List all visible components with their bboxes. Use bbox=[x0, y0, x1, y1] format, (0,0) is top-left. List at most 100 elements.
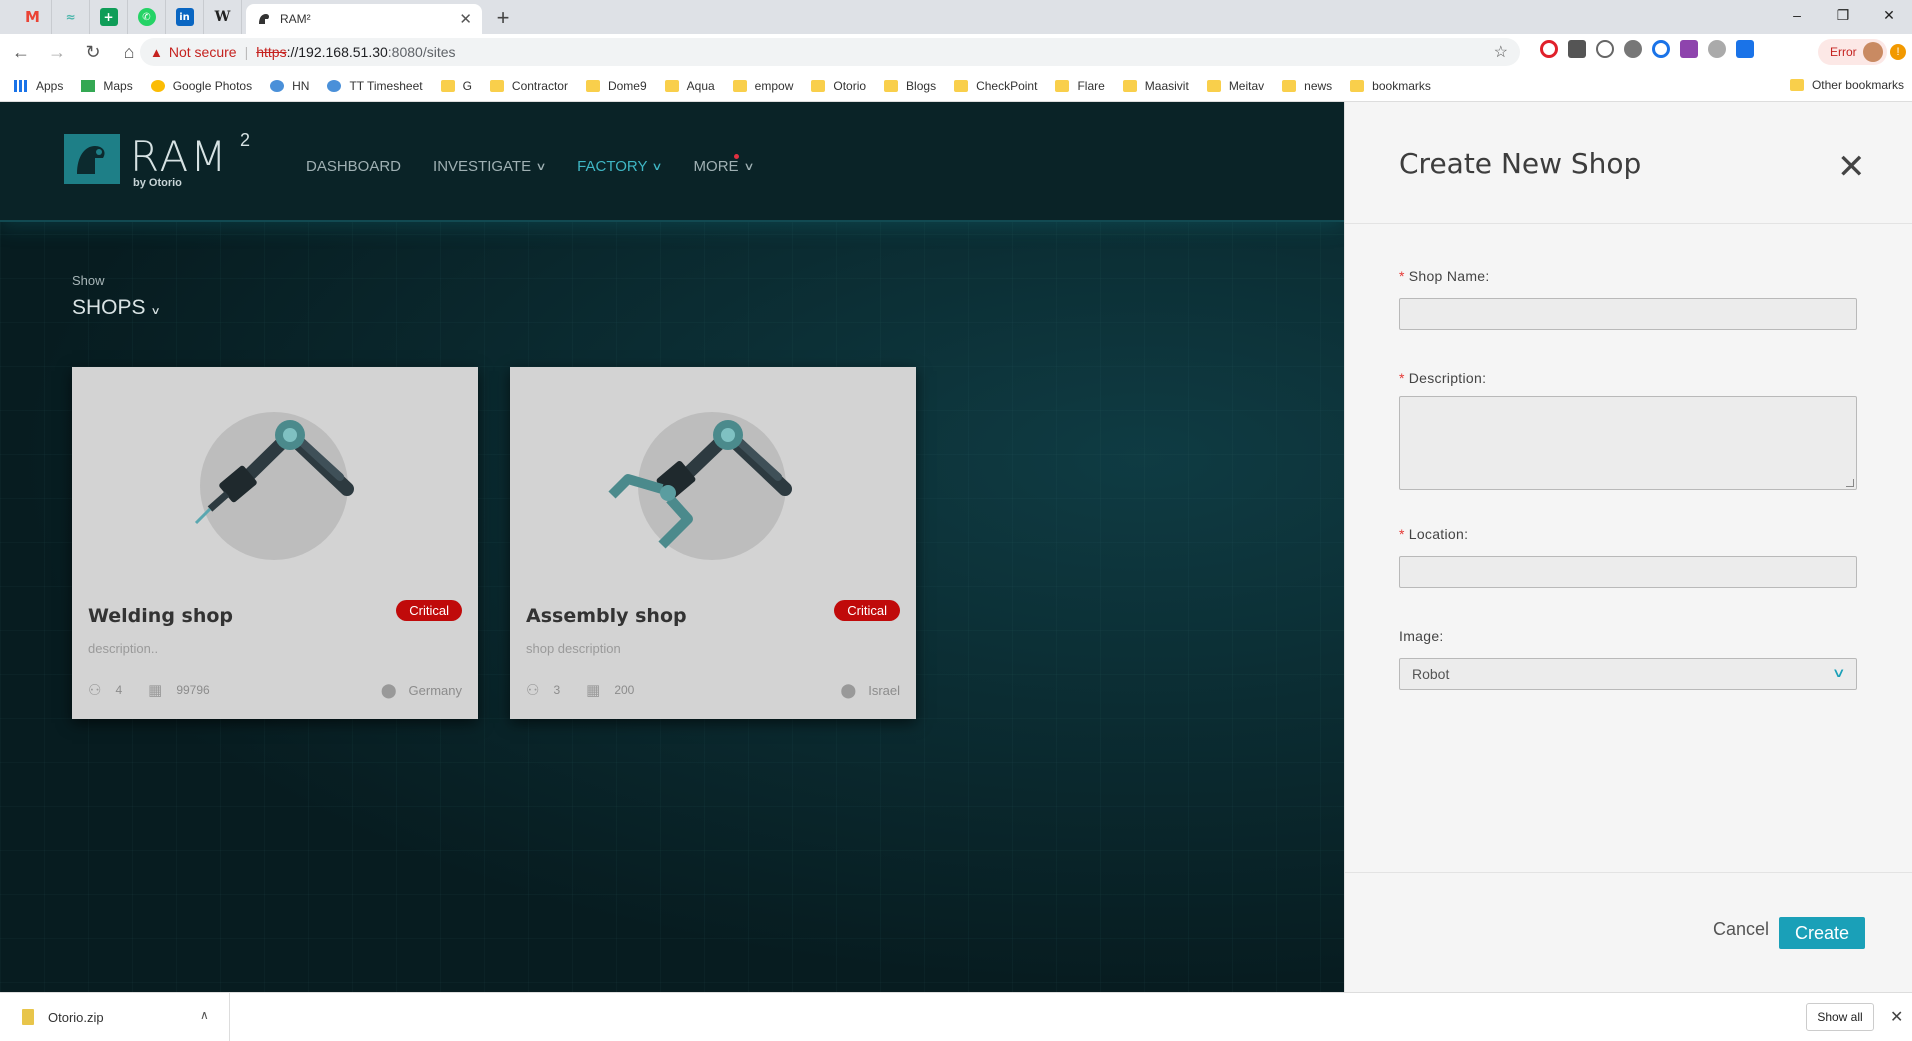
create-button[interactable]: Create bbox=[1779, 917, 1865, 949]
shop-card-welding[interactable]: Welding shop Critical description.. ⚇ 4 … bbox=[72, 367, 478, 719]
bookmark-item[interactable]: Contractor bbox=[489, 79, 568, 93]
address-bar[interactable]: ▲ Not secure | https ://192.168.51.30 :8… bbox=[140, 38, 1520, 66]
new-tab-button[interactable]: + bbox=[488, 3, 518, 33]
cloud-icon[interactable] bbox=[1708, 40, 1726, 58]
pinned-tab-wikipedia[interactable]: W bbox=[204, 0, 242, 34]
bookmark-item[interactable]: bookmarks bbox=[1350, 79, 1431, 93]
status-badge: Critical bbox=[396, 600, 462, 621]
nav-investigate[interactable]: INVESTIGATE ∨ bbox=[433, 158, 547, 175]
pinned-tab-linkedin[interactable]: in bbox=[166, 0, 204, 34]
ram-logo-icon[interactable] bbox=[64, 134, 120, 184]
shop-name-field[interactable] bbox=[1399, 298, 1857, 330]
shop-name-label: * Shop Name: bbox=[1399, 268, 1490, 284]
folder-icon bbox=[1122, 79, 1137, 92]
extension-6-icon[interactable] bbox=[1680, 40, 1698, 58]
linkedin-icon: in bbox=[175, 8, 194, 26]
bookmark-star-icon[interactable]: ☆ bbox=[1494, 42, 1508, 62]
shop-location: ⬤ Germany bbox=[381, 682, 462, 699]
minimize-button[interactable]: – bbox=[1774, 0, 1820, 30]
location-text: Germany bbox=[408, 682, 462, 698]
logo-byline: by Otorio bbox=[133, 177, 182, 189]
description-field[interactable] bbox=[1399, 396, 1857, 490]
bookmark-item[interactable]: Google Photos bbox=[150, 78, 253, 93]
pinned-tab-2[interactable]: ≈ bbox=[52, 0, 90, 34]
bookmark-item[interactable]: TT Timesheet bbox=[327, 79, 423, 93]
bookmark-item[interactable]: empow bbox=[732, 79, 793, 93]
bookmark-item[interactable]: Blogs bbox=[884, 79, 936, 93]
other-bookmarks[interactable]: Other bookmarks bbox=[1789, 78, 1904, 92]
show-value: SHOPS bbox=[72, 296, 146, 319]
tab-close-icon[interactable]: ✕ bbox=[459, 10, 472, 28]
bookmark-item[interactable]: Apps bbox=[14, 79, 63, 93]
download-item[interactable]: Otorio.zip ∧ bbox=[0, 993, 230, 1041]
extension-3-icon[interactable] bbox=[1596, 40, 1614, 58]
close-icon[interactable]: ✕ bbox=[1837, 150, 1866, 184]
pinned-tab-whatsapp[interactable]: ✆ bbox=[128, 0, 166, 34]
bookmark-item[interactable]: G bbox=[440, 78, 472, 93]
bookmark-item[interactable]: CheckPoint bbox=[954, 79, 1037, 93]
bookmark-label: Meitav bbox=[1228, 78, 1265, 93]
bookmark-item[interactable]: Maasivit bbox=[1122, 79, 1189, 93]
opera-icon[interactable] bbox=[1540, 40, 1558, 58]
chat-icon[interactable] bbox=[1736, 40, 1754, 58]
update-icon[interactable]: ! bbox=[1890, 44, 1906, 60]
bookmark-label: Blogs bbox=[906, 78, 937, 93]
folder-icon bbox=[1350, 79, 1365, 92]
bookmark-item[interactable]: Otorio bbox=[811, 79, 866, 93]
active-tab[interactable]: RAM² ✕ bbox=[246, 4, 482, 34]
other-bookmarks-label: Other bookmarks bbox=[1811, 78, 1904, 92]
bookmark-item[interactable]: HN bbox=[270, 79, 309, 93]
shop-name: Welding shop bbox=[88, 605, 234, 627]
location-field[interactable] bbox=[1399, 556, 1857, 588]
bookmark-label: Maps bbox=[103, 78, 133, 93]
logo-text: RAM bbox=[130, 132, 229, 181]
shop-description: shop description bbox=[526, 641, 621, 656]
bookmark-item[interactable]: Dome9 bbox=[585, 78, 647, 93]
nav-more[interactable]: MORE ∨ bbox=[693, 154, 754, 175]
stat-count-b: 200 bbox=[614, 683, 635, 697]
bookmark-item[interactable]: Flare bbox=[1055, 79, 1105, 93]
description-label: * Description: bbox=[1399, 370, 1486, 386]
location-label-text: Location bbox=[1408, 526, 1465, 542]
bookmark-item[interactable]: news bbox=[1282, 79, 1332, 93]
folder-icon bbox=[811, 79, 826, 92]
bookmark-item[interactable]: Maps bbox=[81, 78, 133, 93]
bookmark-label: Google Photos bbox=[172, 78, 253, 93]
label-colon: : bbox=[1439, 628, 1444, 644]
extension-2-icon[interactable] bbox=[1568, 40, 1586, 58]
show-all-button[interactable]: Show all bbox=[1806, 1003, 1874, 1031]
show-selector[interactable]: SHOPS ∨ bbox=[72, 296, 161, 320]
pinned-tab-gmail[interactable]: M bbox=[14, 0, 52, 34]
nav-factory[interactable]: FACTORY ∨ bbox=[577, 158, 663, 175]
folder-icon bbox=[585, 79, 600, 92]
image-select[interactable]: Robot ∨ bbox=[1399, 658, 1857, 690]
restore-button[interactable]: ❐ bbox=[1820, 0, 1866, 30]
chevron-down-icon: ∨ bbox=[150, 306, 161, 317]
required-marker: * bbox=[1399, 526, 1405, 542]
bookmark-item[interactable]: Aqua bbox=[664, 78, 715, 93]
pinned-tabs: M ≈ + ✆ in W bbox=[0, 0, 242, 34]
extension-4-icon[interactable] bbox=[1624, 40, 1642, 58]
bookmark-label: Otorio bbox=[833, 78, 867, 93]
close-icon[interactable]: ✕ bbox=[1890, 1007, 1903, 1027]
apps-grid-icon bbox=[14, 79, 28, 92]
window-close-button[interactable]: ✕ bbox=[1866, 0, 1912, 30]
bookmark-item[interactable]: Meitav bbox=[1206, 78, 1265, 93]
pinned-tab-sheets[interactable]: + bbox=[90, 0, 128, 34]
back-button[interactable]: ← bbox=[6, 37, 36, 67]
extension-5-icon[interactable] bbox=[1652, 40, 1670, 58]
bookmark-label: Dome9 bbox=[607, 78, 647, 93]
bookmark-label: G bbox=[462, 78, 472, 93]
nav-dashboard[interactable]: DASHBOARD bbox=[306, 158, 401, 175]
cancel-button[interactable]: Cancel bbox=[1705, 915, 1777, 944]
chevron-up-icon[interactable]: ∧ bbox=[200, 1008, 209, 1022]
profile-error-label: Error bbox=[1830, 45, 1857, 59]
resize-handle[interactable] bbox=[1846, 479, 1854, 487]
folder-icon bbox=[884, 79, 899, 92]
bookmark-label: Aqua bbox=[686, 78, 715, 93]
shop-card-assembly[interactable]: Assembly shop Critical shop description … bbox=[510, 367, 916, 719]
forward-button[interactable]: → bbox=[42, 37, 72, 67]
profile-error-button[interactable]: Error bbox=[1818, 39, 1887, 65]
reload-button[interactable]: ↻ bbox=[78, 37, 108, 67]
nav-more-label: MORE bbox=[693, 158, 739, 175]
